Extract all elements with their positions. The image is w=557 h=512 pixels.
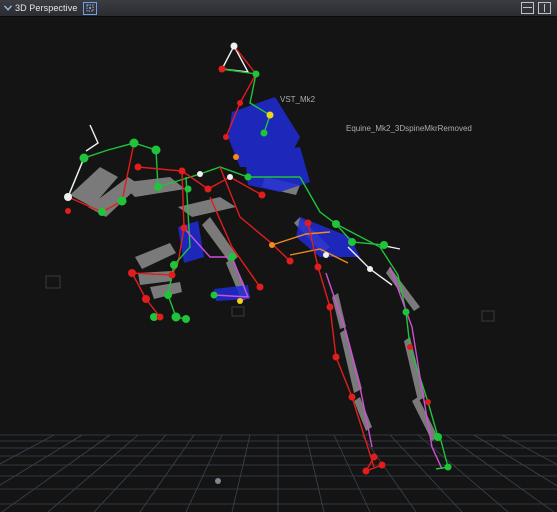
view-title: 3D Perspective (15, 3, 78, 13)
camera-frame-icon[interactable] (83, 1, 98, 15)
perspective-panel: 3D Perspective VST_Mk2 Equine_Mk2_3Dspin… (0, 0, 557, 512)
3d-viewport[interactable]: VST_Mk2 Equine_Mk2_3DspineMkrRemoved (0, 17, 557, 512)
split-horizontal-icon[interactable] (521, 2, 534, 14)
subject-label-horse[interactable]: Equine_Mk2_3DspineMkrRemoved (346, 124, 472, 133)
panel-titlebar: 3D Perspective (0, 0, 557, 17)
scene-canvas (0, 17, 557, 512)
subject-label-rider[interactable]: VST_Mk2 (280, 95, 315, 104)
origin-marker (215, 478, 221, 484)
chevron-down-icon[interactable] (2, 0, 14, 17)
split-vertical-icon[interactable] (538, 2, 551, 14)
